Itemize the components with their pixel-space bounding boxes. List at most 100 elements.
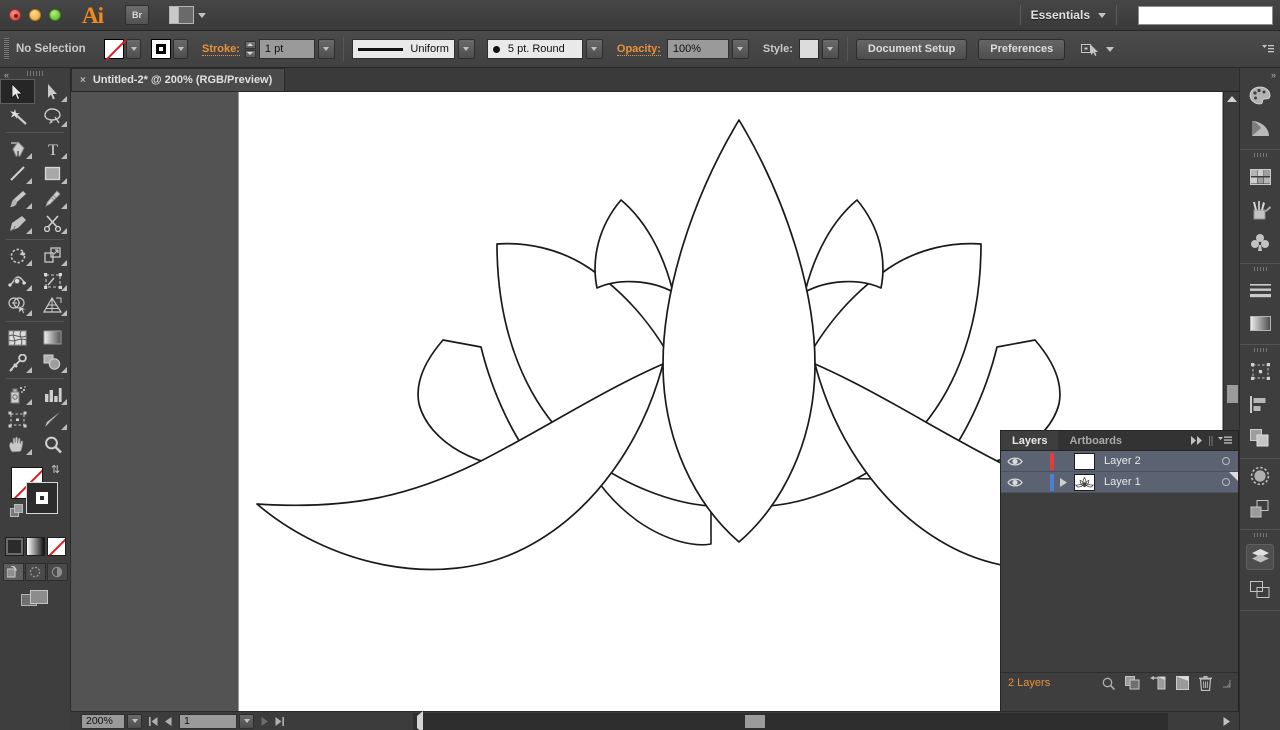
target-indicator[interactable] <box>1214 457 1238 465</box>
hand-tool[interactable] <box>0 432 35 457</box>
table-row[interactable]: Layer 1 <box>1001 472 1238 493</box>
toggle-visibility-icon[interactable] <box>1001 477 1028 488</box>
minimize-window-button[interactable] <box>29 9 41 21</box>
opacity-dropdown[interactable] <box>731 39 749 59</box>
panel-resize-grip[interactable] <box>1222 679 1231 688</box>
draw-inside-button[interactable] <box>46 563 68 581</box>
layers-panel-icon[interactable] <box>1240 540 1280 573</box>
align-panel-icon[interactable] <box>1240 388 1280 421</box>
dock-group-grip[interactable] <box>1240 150 1280 160</box>
mesh-tool[interactable] <box>0 325 35 350</box>
rectangle-tool[interactable] <box>35 161 70 186</box>
graphic-style-swatch[interactable] <box>798 39 819 59</box>
tab-layers[interactable]: Layers <box>1001 431 1059 450</box>
fill-swatch[interactable] <box>104 39 124 59</box>
transparency-panel-icon[interactable] <box>1240 459 1280 492</box>
stroke-weight-stepper[interactable] <box>244 39 256 59</box>
stroke-panel-icon[interactable] <box>1240 274 1280 307</box>
scroll-left-button[interactable] <box>417 711 423 730</box>
dock-group-grip[interactable] <box>1240 345 1280 355</box>
control-bar-grip[interactable] <box>4 38 9 60</box>
artboard-nav-next[interactable] <box>261 716 268 726</box>
free-transform-tool[interactable] <box>35 268 70 293</box>
pencil-tool[interactable] <box>35 186 70 211</box>
locate-object-icon[interactable] <box>1102 677 1115 690</box>
status-menu-icon[interactable] <box>1223 716 1230 726</box>
brush-definition-dropdown[interactable] <box>585 39 603 59</box>
artboard-tool[interactable] <box>0 407 35 432</box>
stroke-weight-dropdown[interactable] <box>317 39 335 59</box>
stroke-swatch[interactable] <box>151 39 171 59</box>
bridge-button[interactable]: Br <box>125 5 149 25</box>
dock-group-grip[interactable] <box>1240 530 1280 540</box>
select-similar-objects-icon[interactable] <box>1081 42 1099 57</box>
swatches-panel-icon[interactable] <box>1240 160 1280 193</box>
chevron-down-icon[interactable] <box>1098 12 1106 18</box>
create-new-sublayer-icon[interactable] <box>1150 676 1166 690</box>
rotate-tool[interactable] <box>0 243 35 268</box>
search-input[interactable] <box>1138 5 1273 25</box>
zoom-tool[interactable] <box>35 432 70 457</box>
blob-brush-tool[interactable] <box>0 211 35 236</box>
document-tab[interactable]: × Untitled-2* @ 200% (RGB/Preview) <box>71 68 286 91</box>
magic-wand-tool[interactable] <box>0 104 35 129</box>
table-row[interactable]: Layer 2 <box>1001 451 1238 472</box>
artboards-panel-icon[interactable] <box>1240 573 1280 606</box>
line-segment-tool[interactable] <box>0 161 35 186</box>
artboard-nav-first[interactable] <box>149 716 158 726</box>
blend-tool[interactable] <box>35 350 70 375</box>
gradient-mode-button[interactable] <box>25 537 45 556</box>
shape-builder-tool[interactable] <box>0 293 35 318</box>
gradient-panel-icon[interactable] <box>1240 307 1280 340</box>
transform-panel-icon[interactable] <box>1240 355 1280 388</box>
close-window-button[interactable] <box>9 9 21 21</box>
vertical-scroll-thumb[interactable] <box>1227 385 1238 403</box>
eyedropper-tool[interactable] <box>0 350 35 375</box>
collapse-panel-icon[interactable] <box>1191 436 1204 445</box>
fill-control[interactable] <box>104 39 141 59</box>
workspace-switcher[interactable]: Essentials <box>1031 8 1090 22</box>
stroke-dropdown-button[interactable] <box>173 39 188 59</box>
default-fill-stroke-icon[interactable] <box>10 504 24 518</box>
gradient-tool[interactable] <box>35 325 70 350</box>
zoom-level-input[interactable]: 200% <box>81 713 125 729</box>
arrange-documents-button[interactable] <box>169 6 206 24</box>
pathfinder-panel-icon[interactable] <box>1240 421 1280 454</box>
color-mode-button[interactable] <box>4 537 24 556</box>
swap-fill-stroke-icon[interactable]: ⇅ <box>51 465 64 477</box>
panel-menu-icon[interactable] <box>1218 436 1232 445</box>
maximize-window-button[interactable] <box>49 9 61 21</box>
horizontal-scrollbar[interactable] <box>413 711 1168 730</box>
horizontal-scroll-thumb[interactable] <box>745 715 765 728</box>
close-icon[interactable]: × <box>80 75 86 86</box>
layer-name[interactable]: Layer 2 <box>1095 455 1214 467</box>
opacity-label[interactable]: Opacity: <box>616 43 661 56</box>
color-panel-icon[interactable] <box>1240 79 1280 112</box>
artboard-number-input[interactable]: 1 <box>179 713 237 729</box>
artboard-number-dropdown[interactable] <box>239 713 254 729</box>
direct-selection-tool[interactable] <box>35 79 70 104</box>
document-setup-button[interactable]: Document Setup <box>855 38 968 60</box>
zoom-level-dropdown[interactable] <box>127 713 142 729</box>
create-new-layer-icon[interactable] <box>1176 676 1189 690</box>
make-clipping-mask-icon[interactable] <box>1125 676 1140 690</box>
symbol-sprayer-tool[interactable] <box>0 382 35 407</box>
none-mode-button[interactable] <box>46 537 66 556</box>
stroke-weight-label[interactable]: Stroke: <box>202 43 240 56</box>
stroke-profile-dropdown[interactable] <box>457 39 475 59</box>
width-tool[interactable] <box>0 268 35 293</box>
layers-list[interactable]: Layer 2 Layer 1 <box>1001 451 1238 672</box>
tab-artboards[interactable]: Artboards <box>1058 431 1133 450</box>
brush-definition-select[interactable]: 5 pt. Round <box>486 39 583 59</box>
pen-tool[interactable] <box>0 136 35 161</box>
control-bar-menu-icon[interactable] <box>1262 44 1274 55</box>
type-tool[interactable]: T <box>35 136 70 161</box>
expand-panels-button[interactable]: » <box>1271 70 1276 80</box>
color-guide-panel-icon[interactable] <box>1240 112 1280 145</box>
dock-group-grip[interactable] <box>1240 264 1280 274</box>
layer-name[interactable]: Layer 1 <box>1095 476 1214 488</box>
preferences-button[interactable]: Preferences <box>978 38 1066 60</box>
symbols-panel-icon[interactable] <box>1240 226 1280 259</box>
brushes-panel-icon[interactable] <box>1240 193 1280 226</box>
stroke-color-swatch[interactable] <box>26 482 58 514</box>
